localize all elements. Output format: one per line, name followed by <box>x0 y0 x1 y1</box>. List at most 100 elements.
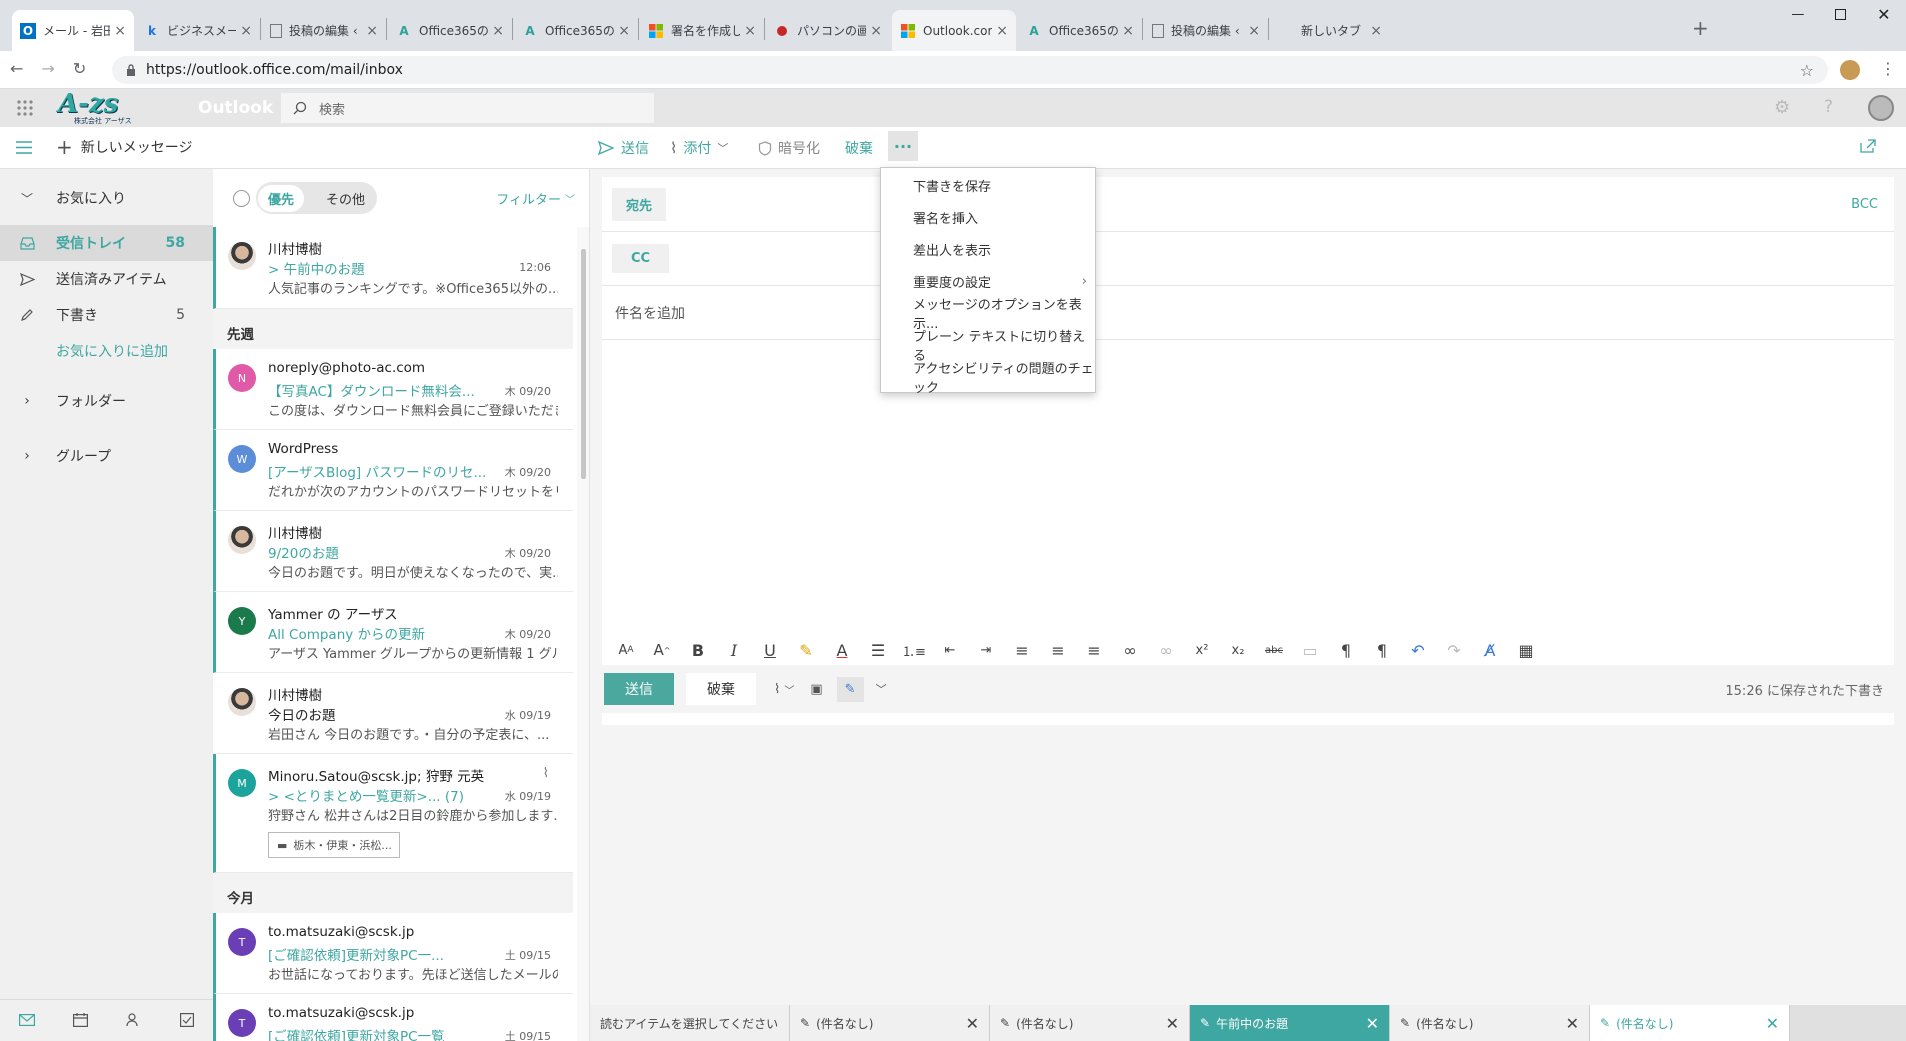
scrollbar-thumb[interactable] <box>581 249 586 479</box>
align-left-icon[interactable]: ≡ <box>1004 636 1040 664</box>
chevron-down-icon[interactable]: ﹀ <box>876 681 887 697</box>
browser-tab[interactable]: k ビジネスメールに署名× <box>136 10 260 51</box>
browser-tab[interactable]: A Office365のOutlook× <box>388 10 512 51</box>
draft-tab[interactable]: ✎ (件名なし) ✕ <box>990 1005 1190 1041</box>
popout-icon[interactable] <box>1860 139 1876 153</box>
send-button[interactable]: 送信 <box>604 673 674 705</box>
sidebar-item-sent[interactable]: 送信済みアイテム <box>0 261 213 297</box>
draft-tab[interactable]: ✎ (件名なし) ✕ <box>1590 1005 1790 1041</box>
draft-tab[interactable]: ✎ (件名なし) ✕ <box>790 1005 990 1041</box>
close-icon[interactable]: ✕ <box>1766 1014 1779 1033</box>
maximize-icon[interactable] <box>1835 8 1847 20</box>
filter-button[interactable]: フィルター ﹀ <box>496 189 575 208</box>
menu-item[interactable]: 重要度の設定 › <box>881 265 1095 297</box>
list-item[interactable]: 川村博樹 今日のお題 水 09/19 岩田さん 今日のお題です。・自分の予定表に、..… <box>213 673 573 754</box>
font-color-icon[interactable]: A <box>824 636 860 664</box>
emoji-icon[interactable]: ✎ <box>836 676 864 702</box>
list-item[interactable]: Tto.matsuzaki@scsk.jp [ご確認依頼]更新対象PC一... 土 … <box>213 913 573 994</box>
numbering-icon[interactable]: ⒈≡ <box>896 636 932 664</box>
more-options-button[interactable]: ··· <box>888 131 918 161</box>
url-field[interactable]: https://outlook.office.com/mail/inbox ☆ <box>112 56 1828 84</box>
list-item[interactable]: Tto.matsuzaki@scsk.jp [ご確認依頼]更新対象PC一覧 土 09… <box>213 994 573 1041</box>
draft-tab[interactable]: ✎ 午前中のお題 ✕ <box>1190 1005 1390 1041</box>
tab-close-icon[interactable]: × <box>1370 23 1382 39</box>
tab-close-icon[interactable]: × <box>1248 23 1260 39</box>
italic-icon[interactable]: I <box>716 636 752 664</box>
undo-icon[interactable]: ↶ <box>1400 636 1436 664</box>
browser-tab[interactable]: パソコンの画面を録× <box>766 10 890 51</box>
redo-icon[interactable]: ↷ <box>1436 636 1472 664</box>
close-icon[interactable]: ✕ <box>1877 5 1890 24</box>
settings-icon[interactable]: ⚙ <box>1774 97 1790 118</box>
tab-close-icon[interactable]: × <box>744 23 756 39</box>
tab-close-icon[interactable]: × <box>870 23 882 39</box>
menu-icon[interactable]: ⋮ <box>1880 59 1896 78</box>
link-icon[interactable]: ∞ <box>1112 636 1148 664</box>
groups-header[interactable]: › グループ <box>0 438 213 474</box>
tab-close-icon[interactable]: × <box>1122 23 1134 39</box>
close-icon[interactable]: ✕ <box>966 1014 979 1033</box>
list-item[interactable]: 川村博樹 9/20のお題 木 09/20 今日のお題です。明日が使えなくなったので、実… <box>213 511 573 592</box>
underline-icon[interactable]: U <box>752 636 788 664</box>
align-center-icon[interactable]: ≡ <box>1040 636 1076 664</box>
attach-menu-button[interactable]: ⌇ ﹀ <box>774 682 794 697</box>
bcc-link[interactable]: BCC <box>1851 197 1878 212</box>
favorites-header[interactable]: ﹀ お気に入り <box>0 180 213 216</box>
unlink-icon[interactable]: ∞ <box>1148 636 1184 664</box>
table-icon[interactable]: ▦ <box>1508 636 1544 664</box>
select-all-checkbox[interactable] <box>233 189 250 207</box>
add-favorite-link[interactable]: お気に入りに追加 <box>0 333 213 369</box>
folders-header[interactable]: › フォルダー <box>0 383 213 419</box>
people-icon[interactable] <box>126 1012 142 1027</box>
bullets-icon[interactable]: ☰ <box>860 636 896 664</box>
list-item[interactable]: W WordPress [アーザスBlog] パスワードのリセ... 木 09/20 だ… <box>213 430 573 511</box>
tab-close-icon[interactable]: × <box>240 23 252 39</box>
list-item[interactable]: Y Yammer の アーザス All Company からの更新 木 09/20 アー… <box>213 592 573 673</box>
cc-button[interactable]: CC <box>612 244 670 273</box>
tab-close-icon[interactable]: × <box>996 23 1008 39</box>
tab-close-icon[interactable]: × <box>492 23 504 39</box>
profile-avatar[interactable] <box>1840 60 1860 80</box>
draft-tab[interactable]: 読むアイテムを選択してください <box>590 1005 790 1041</box>
sidebar-item-drafts[interactable]: 下書き 5 <box>0 297 213 333</box>
tab-close-icon[interactable]: × <box>366 23 378 39</box>
tasks-icon[interactable] <box>180 1012 194 1027</box>
toolbar-discard-button[interactable]: 破棄 <box>845 138 873 158</box>
browser-tab[interactable]: 署名を作成してメ× <box>640 10 764 51</box>
mail-icon[interactable] <box>19 1013 35 1026</box>
outdent-icon[interactable]: ⇤ <box>932 636 968 664</box>
minimize-icon[interactable]: — <box>1791 7 1804 22</box>
star-icon[interactable]: ☆ <box>1800 61 1814 80</box>
list-item[interactable]: M Minoru.Satou@scsk.jp; 狩野 元英 > <とりまとめ一覧更新… <box>213 754 573 873</box>
app-launcher-icon[interactable] <box>16 99 34 117</box>
browser-tab[interactable]: 新しいタブ × <box>1270 10 1390 51</box>
toolbar-attach-button[interactable]: ⌇ 添付 ﹀ <box>670 138 728 158</box>
message-body[interactable] <box>602 340 1894 622</box>
tab-other[interactable]: その他 <box>326 189 365 208</box>
attachment-chip[interactable]: ▬ 栃木・伊東・浜松... <box>268 832 400 858</box>
search-box[interactable]: 検索 <box>281 93 654 123</box>
scrollbar[interactable] <box>577 227 589 1041</box>
discard-button[interactable]: 破棄 <box>686 673 756 705</box>
menu-item[interactable]: プレーン テキストに切り替える <box>881 329 1095 364</box>
browser-tab[interactable]: 投稿の編集 ‹ アーザ × <box>262 10 386 51</box>
calendar-icon[interactable] <box>73 1012 88 1027</box>
menu-item[interactable]: 下書きを保存 <box>881 169 1095 201</box>
indent-icon[interactable]: ⇥ <box>968 636 1004 664</box>
tab-close-icon[interactable]: × <box>114 23 126 39</box>
close-icon[interactable]: ✕ <box>1566 1014 1579 1033</box>
menu-item[interactable]: 署名を挿入 <box>881 201 1095 233</box>
new-message-button[interactable]: + 新しいメッセージ <box>56 137 193 157</box>
tab-close-icon[interactable]: × <box>618 23 630 39</box>
image-inline-icon[interactable]: ▭ <box>1292 636 1328 664</box>
close-icon[interactable]: ✕ <box>1366 1014 1379 1033</box>
reload-icon[interactable]: ↻ <box>73 59 86 78</box>
insert-image-icon[interactable]: ▣ <box>810 682 822 697</box>
ltr-icon[interactable]: ¶ <box>1328 636 1364 664</box>
bold-icon[interactable]: B <box>680 636 716 664</box>
draft-tab[interactable]: ✎ (件名なし) ✕ <box>1390 1005 1590 1041</box>
rtl-icon[interactable]: ¶ <box>1364 636 1400 664</box>
font-size-icon[interactable]: A ^ <box>644 636 680 664</box>
hamburger-icon[interactable] <box>16 141 32 154</box>
strikethrough-icon[interactable]: abc <box>1256 636 1292 664</box>
